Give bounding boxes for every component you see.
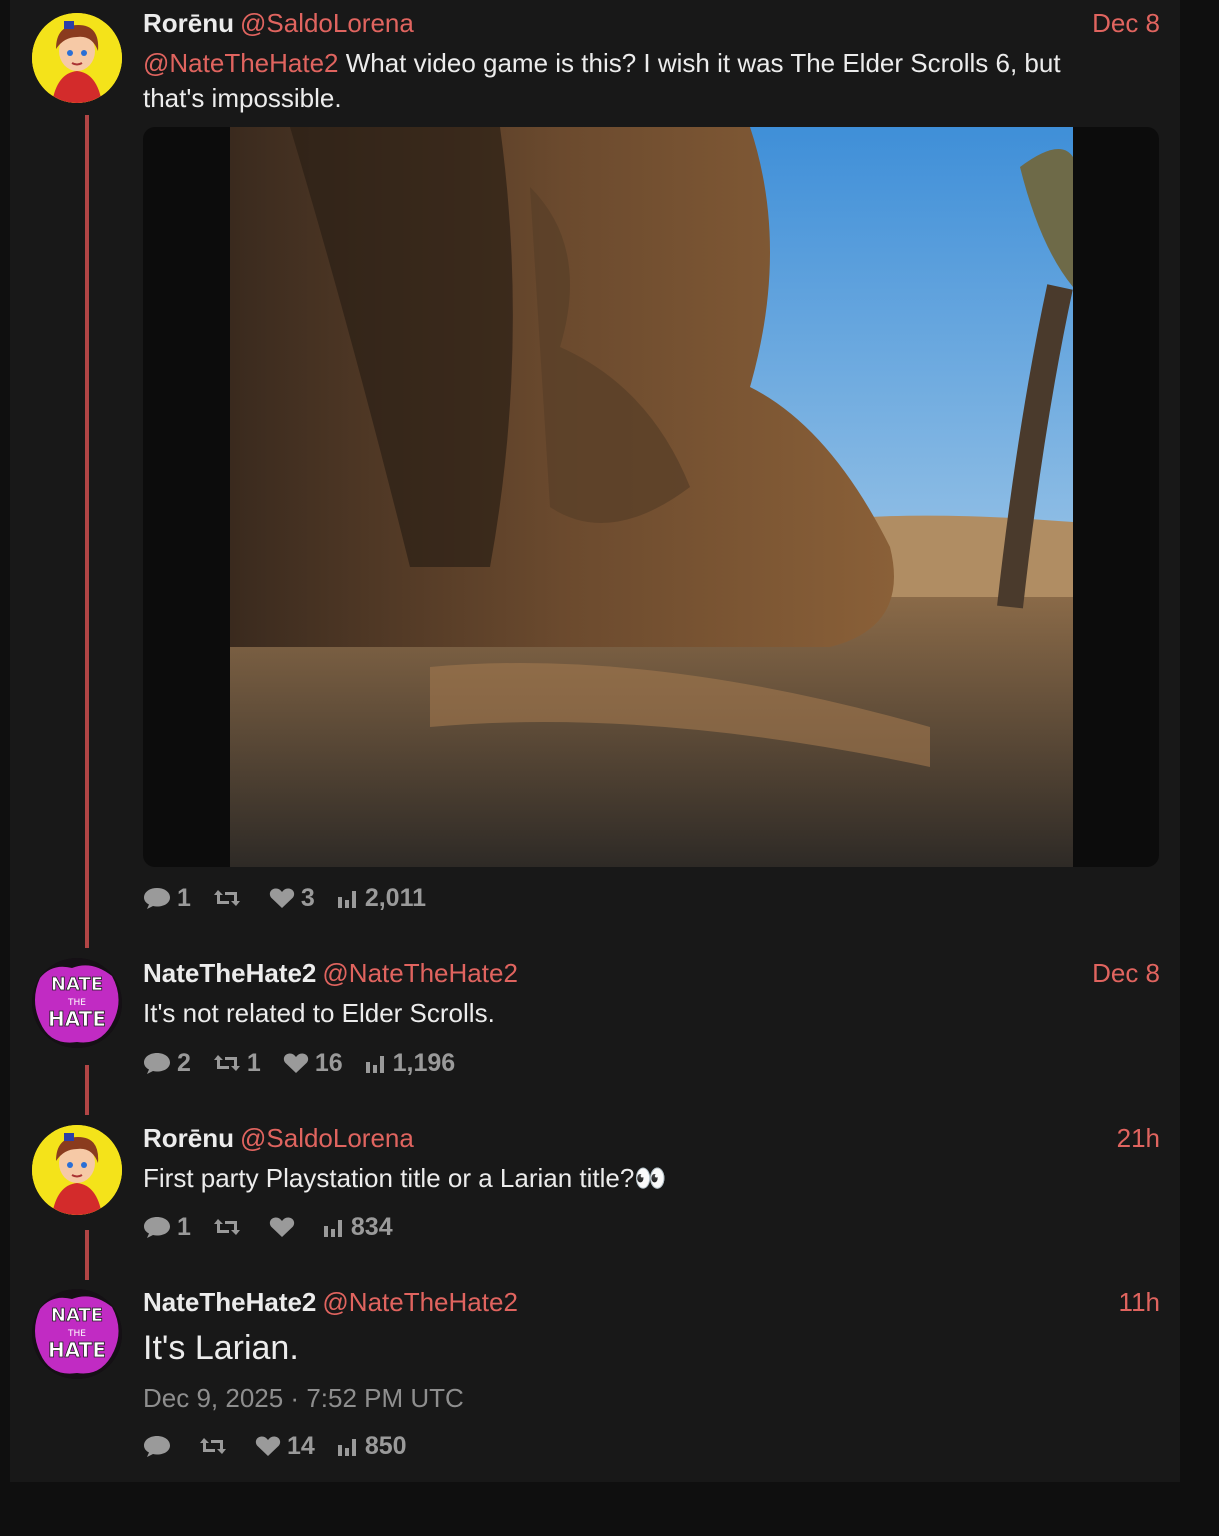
avatar[interactable]: NATE THE HATE [32, 1289, 122, 1379]
reply-icon [144, 1053, 170, 1074]
tweet-stats: 1 3 2,011 [143, 883, 448, 913]
view-count: 2,011 [364, 883, 426, 912]
like-count: 3 [300, 883, 315, 912]
avatar[interactable] [32, 13, 122, 103]
heart-icon [283, 1053, 308, 1073]
tweet-stats: 14 850 [143, 1431, 429, 1461]
tweet-stats: 2 1 16 1,196 [143, 1048, 477, 1078]
retweet-button[interactable] [213, 1216, 247, 1238]
username[interactable]: @SaldoLorena [240, 1123, 414, 1153]
display-name[interactable]: NateTheHate2 [143, 1287, 316, 1317]
like-count: 14 [287, 1431, 315, 1460]
heart-icon [269, 888, 295, 908]
tweet-date[interactable]: 21h [1117, 1123, 1160, 1154]
avatar-text: HATE [48, 1007, 106, 1031]
retweet-icon [213, 1219, 240, 1235]
thread-connector [85, 1065, 89, 1115]
tweet-text: It's Larian. [143, 1329, 299, 1367]
like-button[interactable]: 14 [255, 1432, 315, 1461]
mention-link[interactable]: @NateTheHate2 [143, 48, 339, 78]
reply-icon [144, 888, 170, 909]
views-button[interactable]: 850 [337, 1432, 407, 1461]
photo-carved-rock-desert [230, 127, 1073, 867]
views-button[interactable]: 1,196 [365, 1048, 456, 1078]
username[interactable]: @SaldoLorena [240, 8, 414, 38]
reply-count: 1 [177, 883, 191, 912]
retweet-button[interactable] [199, 1435, 233, 1457]
avatar-text: HATE [48, 1338, 106, 1362]
reply-count: 2 [177, 1048, 191, 1077]
reply-button[interactable] [143, 1434, 177, 1458]
reply-icon [144, 1217, 170, 1238]
heart-icon [269, 1217, 295, 1237]
retweet-icon [213, 1055, 240, 1071]
bar-chart-icon [323, 1220, 342, 1237]
like-button[interactable] [269, 1216, 301, 1238]
bar-chart-icon [365, 1056, 384, 1073]
display-name[interactable]: Rorēnu [143, 8, 234, 38]
tweet-header: Rorēnu @SaldoLorena Dec 8 [143, 8, 1160, 40]
display-name[interactable]: NateTheHate2 [143, 958, 316, 988]
like-button[interactable]: 16 [283, 1049, 343, 1078]
views-button[interactable]: 834 [323, 1213, 393, 1242]
retweet-count: 1 [246, 1048, 261, 1077]
tweet-header: NateTheHate2 @NateTheHate2 Dec 8 [143, 958, 1160, 990]
views-button[interactable]: 2,011 [337, 884, 426, 913]
username[interactable]: @NateTheHate2 [322, 1287, 518, 1317]
reply-button[interactable]: 2 [143, 1049, 191, 1078]
bar-chart-icon [337, 891, 356, 908]
retweet-icon [213, 890, 240, 906]
tweet-date[interactable]: 11h [1119, 1287, 1160, 1318]
avatar[interactable]: NATE THE HATE [32, 958, 122, 1048]
reply-icon [144, 1436, 170, 1457]
thread-connector [85, 115, 89, 948]
avatar-text: NATE [51, 1305, 103, 1326]
tweet-header: NateTheHate2 @NateTheHate2 11h [143, 1287, 1160, 1319]
tweet-text: It's not related to Elder Scrolls. [143, 998, 495, 1028]
retweet-button[interactable]: 1 [213, 1049, 261, 1078]
display-name[interactable]: Rorēnu [143, 1123, 234, 1153]
thread-panel: Rorēnu @SaldoLorena Dec 8 @NateTheHate2 W… [10, 0, 1180, 1482]
like-count: 16 [314, 1048, 343, 1077]
tweet-date[interactable]: Dec 8 [1092, 958, 1160, 989]
view-count: 1,196 [392, 1048, 456, 1077]
avatar[interactable] [32, 1125, 122, 1215]
tweet-date[interactable]: Dec 8 [1092, 8, 1160, 39]
username[interactable]: @NateTheHate2 [322, 958, 518, 988]
avatar-text: NATE [51, 974, 103, 995]
tweet-image[interactable] [143, 127, 1159, 867]
reply-button[interactable]: 1 [143, 1213, 191, 1242]
tweet-text: @NateTheHate2 What video game is this? I… [143, 46, 1120, 116]
tweet-stats: 1 834 [143, 1212, 415, 1242]
view-count: 850 [364, 1431, 407, 1460]
retweet-icon [200, 1438, 226, 1454]
tweet-text: First party Playstation title or a Laria… [143, 1163, 667, 1193]
heart-icon [255, 1436, 281, 1456]
thread-connector [85, 1230, 89, 1280]
tweet-full-date[interactable]: Dec 9, 2025 · 7:52 PM UTC [143, 1383, 464, 1414]
reply-button[interactable]: 1 [143, 884, 191, 913]
like-button[interactable]: 3 [269, 884, 315, 913]
tweet-header: Rorēnu @SaldoLorena 21h [143, 1123, 1160, 1155]
bar-chart-icon [337, 1439, 356, 1456]
retweet-button[interactable] [213, 887, 247, 909]
view-count: 834 [350, 1212, 393, 1241]
reply-count: 1 [177, 1212, 191, 1241]
